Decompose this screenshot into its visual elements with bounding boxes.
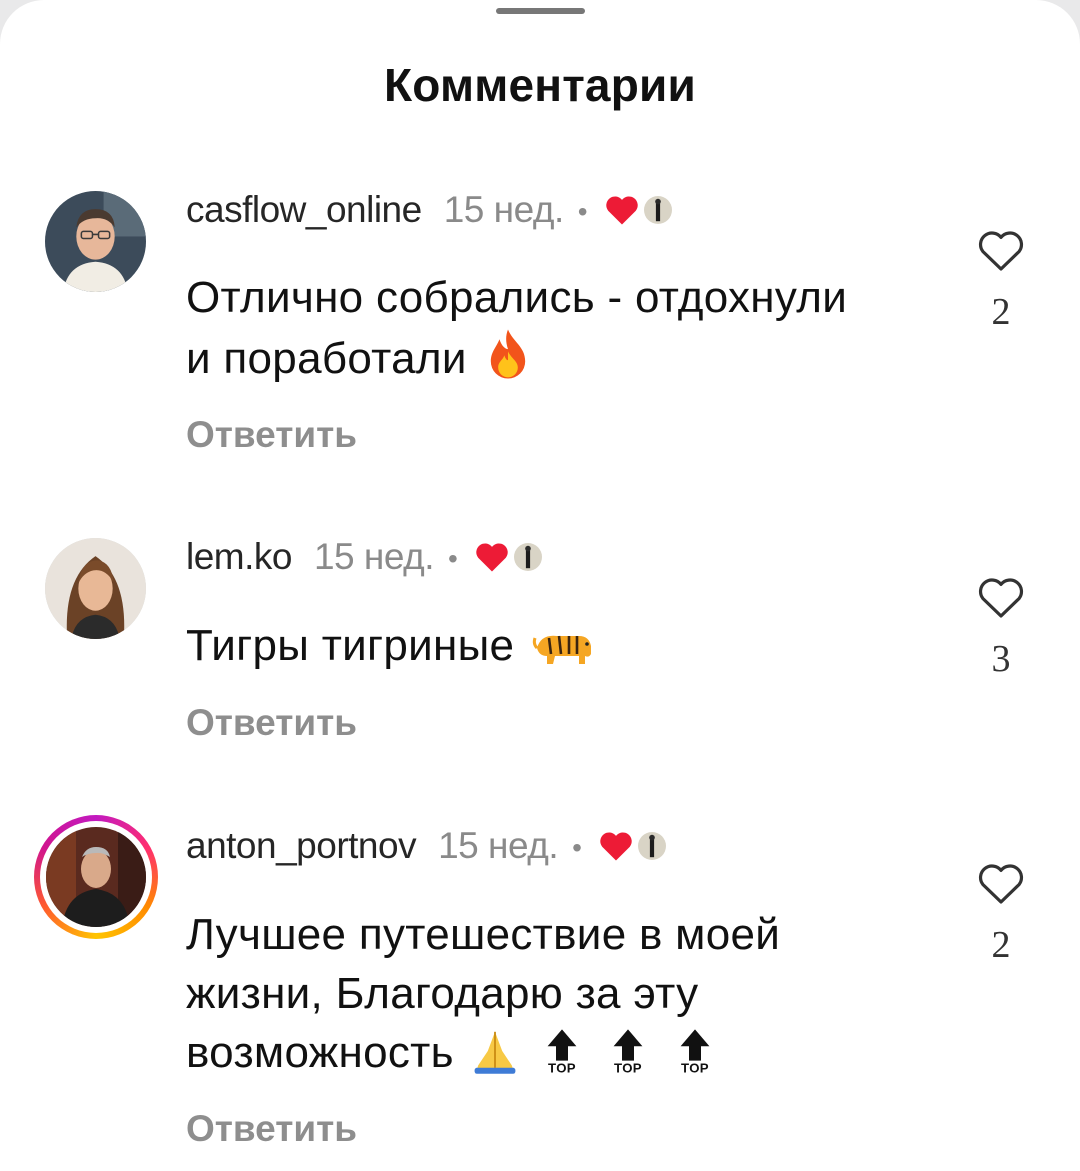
top-arrow-icon: TOP — [603, 1027, 653, 1090]
comment-username[interactable]: casflow_online — [186, 189, 422, 231]
comment-timestamp: 15 нед. — [438, 825, 559, 866]
like-column: 2 — [975, 228, 1027, 334]
svg-text:TOP: TOP — [548, 1061, 576, 1075]
comment-text-block: Тигры тигриные — [186, 616, 866, 675]
comment-text-block: Отлично собрались - отдохнули и поработа… — [186, 268, 866, 388]
like-count: 2 — [991, 924, 1011, 966]
meta-separator: • — [448, 543, 458, 574]
comment-username[interactable]: lem.ko — [186, 536, 292, 578]
comment-timestamp: 15 нед. — [443, 189, 565, 230]
fire-icon — [491, 329, 526, 379]
top-arrow-icon: TOP — [670, 1027, 720, 1090]
author-avatar-mini — [635, 830, 668, 862]
svg-text:TOP: TOP — [681, 1061, 709, 1075]
author-avatar-mini — [641, 194, 674, 226]
meta-separator: • — [572, 832, 582, 863]
author-liked-heart-icon — [476, 543, 508, 572]
like-heart-icon[interactable] — [976, 861, 1026, 905]
reply-button[interactable]: Ответить — [186, 414, 357, 456]
commenter-avatar-story-ring[interactable] — [34, 815, 158, 939]
like-heart-icon[interactable] — [976, 575, 1026, 619]
top-arrow-icon: TOP — [537, 1027, 587, 1090]
sheet-drag-handle[interactable] — [496, 8, 585, 14]
like-heart-icon[interactable] — [976, 228, 1026, 272]
folded-hands-icon — [474, 1031, 516, 1074]
reply-button[interactable]: Ответить — [186, 702, 357, 744]
comment-text: Тигры тигриные — [186, 621, 515, 670]
like-count: 2 — [991, 291, 1011, 333]
comments-sheet: Комментарии casflow_online 15 нед. • Отл… — [0, 0, 1080, 1171]
author-avatar-mini — [511, 541, 544, 573]
comment-text-block: Лучшее путешествие в моей жизни, Благода… — [186, 905, 866, 1090]
avatar-photo-man-jacket — [46, 827, 146, 927]
tiger-icon — [532, 635, 591, 664]
author-liked-heart-icon — [605, 196, 638, 225]
like-column: 3 — [975, 575, 1027, 681]
svg-text:TOP: TOP — [614, 1061, 642, 1075]
commenter-avatar[interactable] — [45, 538, 146, 639]
commenter-avatar[interactable] — [45, 191, 146, 292]
comment-timestamp: 15 нед. — [313, 536, 435, 577]
meta-separator: • — [577, 196, 588, 227]
like-count: 3 — [991, 638, 1011, 680]
avatar-photo-man-glasses — [45, 191, 146, 292]
sheet-title: Комментарии — [384, 59, 696, 111]
like-column: 2 — [975, 861, 1027, 967]
reply-button[interactable]: Ответить — [186, 1108, 357, 1150]
avatar-photo-woman — [45, 538, 146, 639]
comment-username[interactable]: anton_portnov — [186, 825, 417, 867]
author-liked-heart-icon — [600, 832, 632, 861]
